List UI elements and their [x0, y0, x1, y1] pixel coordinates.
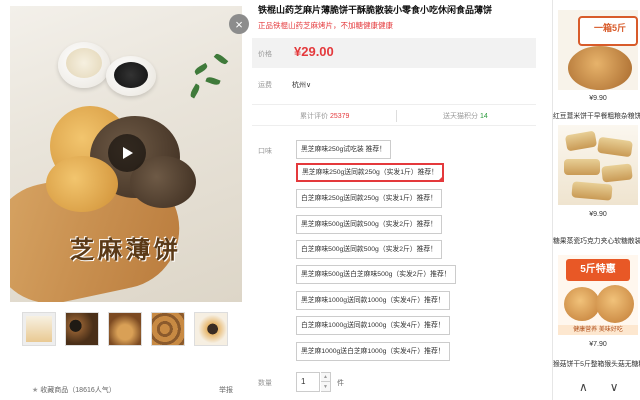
- recommendation-price: ¥9.90: [589, 211, 607, 218]
- recommendation-name: 猴菇饼干5斤整箱猴头菇无糖精: [553, 361, 640, 368]
- shipping-region-select[interactable]: 杭州∨: [292, 80, 311, 90]
- quantity-stepper: ▲ ▼: [321, 372, 331, 392]
- star-icon: ★: [32, 387, 39, 394]
- divider: [396, 110, 397, 122]
- recommendation-banner: 一箱5斤: [594, 23, 627, 33]
- flavor-option[interactable]: 黑芝麻味500g送同款500g（实发2斤）推荐！: [296, 215, 442, 234]
- reviews-count: 25379: [329, 113, 350, 120]
- thumbnail[interactable]: [194, 312, 228, 346]
- product-subtitle: 正品铁棍山药芝麻烤片，不加糖健康健康: [258, 21, 393, 30]
- rail-navigation: ∧ ∨: [579, 380, 619, 394]
- chevron-up-icon[interactable]: ∧: [579, 380, 588, 394]
- points-label: 送天猫积分: [443, 113, 478, 120]
- stats-bar: [252, 104, 536, 126]
- thumbnail[interactable]: [108, 312, 142, 346]
- flavor-option[interactable]: 黑芝麻味250g试吃装 推荐！: [296, 140, 391, 159]
- product-price: ¥29.00: [294, 44, 334, 59]
- report-link[interactable]: 举报: [219, 385, 233, 395]
- recommendation-image: [558, 125, 638, 205]
- recommendation-tag: 健康营养 美味好吃: [558, 325, 638, 335]
- flavor-option[interactable]: 黑芝麻味1000g送同款1000g（实发4斤）推荐！: [296, 291, 450, 310]
- flavor-option[interactable]: 白芝麻味1000g送同款1000g（实发4斤）推荐！: [296, 316, 450, 335]
- flavor-label: 口味: [258, 148, 272, 155]
- chevron-down-icon[interactable]: ∨: [610, 380, 619, 394]
- flavor-option[interactable]: 白芝麻味500g送同款500g（实发2斤）推荐！: [296, 240, 442, 259]
- flavor-option[interactable]: 黑芝麻味500g送白芝麻味500g（实发2斤）推荐！: [296, 265, 456, 284]
- recommendation-image: 5斤特惠 健康营养 美味好吃: [558, 255, 638, 335]
- thumbnail[interactable]: [22, 312, 56, 346]
- quantity-decrease-button[interactable]: ▼: [321, 382, 331, 392]
- thumbnail[interactable]: [151, 312, 185, 346]
- points-value: 14: [479, 113, 488, 120]
- recommendation-price: ¥7.90: [589, 341, 607, 348]
- play-video-button[interactable]: [108, 134, 146, 172]
- favorite-link[interactable]: ★ 收藏商品（18616人气）: [32, 385, 116, 395]
- recommendation-name: 糖果蒸瓷巧克力夹心软糖散装小零: [553, 238, 640, 245]
- flavor-option-selected[interactable]: 黑芝麻味250g送同款250g（实发1斤）推荐！: [296, 163, 444, 182]
- close-video-button[interactable]: ×: [229, 14, 249, 34]
- favorite-count: （18616人气）: [68, 387, 116, 394]
- price-label: 价格: [258, 51, 272, 58]
- thumbnail[interactable]: [65, 312, 99, 346]
- recommendation-banner: 5斤特惠: [566, 259, 630, 281]
- flavor-option[interactable]: 黑芝麻1000g送白芝麻1000g（实发4斤）推荐！: [296, 342, 450, 361]
- reviews-label: 累计评价: [300, 113, 328, 120]
- quantity-input[interactable]: 1: [296, 372, 320, 392]
- main-product-image[interactable]: 芝麻薄饼: [10, 6, 242, 302]
- thumbnail-strip: [22, 312, 228, 346]
- flavor-option[interactable]: 白芝麻味250g送同款250g（实发1斤）推荐！: [296, 189, 442, 208]
- reviews-stat[interactable]: 累计评价 25379: [300, 111, 349, 121]
- recommendation-price: ¥9.90: [589, 95, 607, 102]
- product-gallery: 芝麻薄饼 × ★ 收藏商品（18616人气）: [10, 0, 249, 400]
- points-stat: 送天猫积分 14: [443, 111, 488, 121]
- quantity-increase-button[interactable]: ▲: [321, 372, 331, 382]
- play-icon: [123, 147, 133, 159]
- product-title: 铁棍山药芝麻片薄脆饼干酥脆散装小零食小吃休闲食品薄饼: [258, 5, 493, 15]
- quantity-label: 数量: [258, 380, 272, 387]
- recommendation-rail: 一箱5斤 ¥9.90 红豆薏米饼干早餐粗粮杂粮饼 ¥9.90 糖果蒸瓷巧克力夹心…: [552, 0, 640, 400]
- shipping-label: 运费: [258, 82, 272, 89]
- recommendation-image: 一箱5斤: [558, 10, 638, 90]
- favorite-label: 收藏商品: [40, 387, 69, 394]
- quantity-unit: 件: [337, 380, 344, 387]
- image-caption: 芝麻薄饼: [70, 235, 182, 264]
- recommendation-name: 红豆薏米饼干早餐粗粮杂粮饼: [553, 113, 640, 120]
